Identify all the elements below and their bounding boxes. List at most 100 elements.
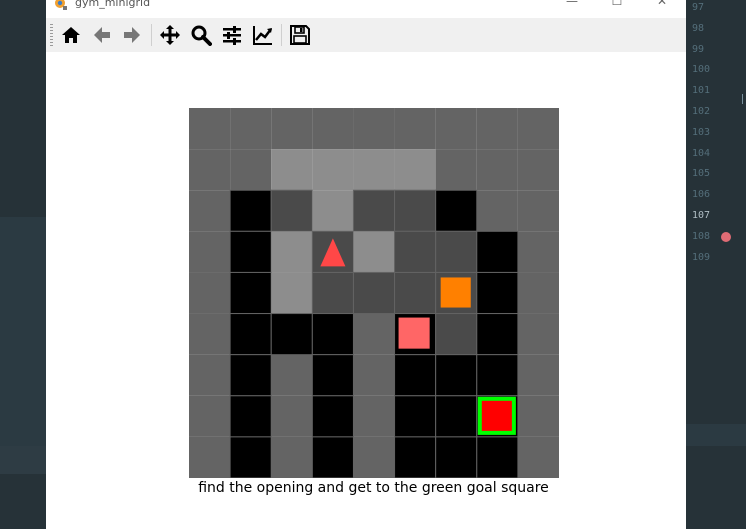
- grid-cell: [311, 354, 354, 397]
- grid-cell: [271, 395, 313, 437]
- grid-cell: [189, 231, 231, 273]
- ide-panel: [0, 446, 46, 474]
- zoom-button[interactable]: [188, 22, 214, 48]
- grid-cell: [517, 272, 559, 314]
- ide-panel: [686, 424, 746, 446]
- line-number: 106: [692, 189, 711, 201]
- grid-cell: [270, 189, 313, 232]
- line-number: 104: [692, 147, 711, 159]
- grid-cell: [189, 395, 231, 437]
- line-number: 103: [692, 126, 711, 138]
- grid-cell: [270, 313, 313, 356]
- back-arrow-icon: [94, 27, 110, 43]
- grid-cell: [352, 271, 396, 315]
- line-number: 105: [692, 168, 711, 180]
- grid-cell: [189, 354, 231, 396]
- grid-cell: [435, 395, 478, 438]
- grid-cell: [353, 395, 395, 437]
- titlebar: gym_minigrid — ☐ ✕: [46, 0, 686, 18]
- line-number: 107: [692, 210, 711, 221]
- grid-cell: [353, 354, 395, 396]
- grid-cell: [353, 313, 395, 355]
- figure-canvas[interactable]: find the opening and get to the green go…: [46, 52, 686, 529]
- grid-cell: [517, 149, 559, 191]
- goal-square: [477, 396, 516, 435]
- configure-subplots-icon: [223, 26, 241, 45]
- grid-cell: [476, 271, 519, 315]
- grid-cell: [435, 436, 478, 478]
- grid-cell: [476, 190, 518, 232]
- grid-cell: [517, 108, 559, 150]
- grid-cell: [476, 149, 518, 191]
- grid-cell: [517, 354, 559, 396]
- navigation-toolbar: [46, 18, 686, 53]
- ide-editor-gutter: 97 98 99 100 101 102 103 104 105 106 107 108 109: [686, 0, 746, 529]
- breakpoint-icon[interactable]: [721, 232, 731, 242]
- grid-cell: [517, 436, 559, 478]
- grid-cell: [476, 354, 519, 397]
- grid-cell: [271, 272, 313, 314]
- edit-axis-icon: [253, 26, 272, 45]
- home-button[interactable]: [58, 22, 84, 48]
- grid-cell: [476, 230, 519, 273]
- maximize-button[interactable]: ☐: [607, 0, 627, 10]
- grid-cell: [229, 395, 272, 438]
- line-number: 109: [692, 251, 711, 263]
- home-icon: [62, 27, 80, 43]
- grid-cell: [353, 231, 395, 273]
- line-number: 100: [692, 64, 711, 76]
- app-icon: [55, 0, 67, 10]
- grid-cell: [435, 108, 477, 150]
- grid-cell: [311, 436, 354, 478]
- save-floppy-icon: [290, 25, 310, 45]
- pan-move-icon: [160, 25, 180, 45]
- line-number: 101: [692, 85, 711, 97]
- forward-arrow-icon: [124, 27, 140, 43]
- pan-button[interactable]: [157, 22, 183, 48]
- grid-cell: [476, 313, 519, 356]
- grid-cell: [311, 271, 354, 315]
- configure-subplots-button[interactable]: [219, 22, 245, 48]
- grid-cell: [312, 190, 354, 232]
- grid-cell: [229, 354, 272, 397]
- grid-cell: [271, 108, 313, 150]
- minigrid-render: [189, 108, 559, 478]
- grid-cell: [312, 149, 354, 191]
- grid-cell: [271, 436, 313, 478]
- grid-cell: [435, 230, 478, 273]
- grid-cell: [189, 108, 231, 150]
- grid-cell: [476, 108, 518, 150]
- grid-cell: [230, 149, 272, 191]
- toolbar-separator: [281, 24, 282, 46]
- close-button[interactable]: ✕: [652, 0, 672, 10]
- grid-cell: [271, 354, 313, 396]
- forward-button[interactable]: [119, 22, 145, 48]
- grid-cell: [394, 436, 437, 478]
- grid-cell: [353, 149, 395, 191]
- line-number: 97: [692, 2, 705, 13]
- save-button[interactable]: [287, 22, 313, 48]
- grid-cell: [476, 436, 519, 478]
- grid-cell: [394, 230, 437, 273]
- edit-axis-button[interactable]: [250, 22, 276, 48]
- grid-cell: [517, 313, 559, 355]
- grid-cell: [517, 395, 559, 437]
- grid-cell: [394, 108, 436, 150]
- orange-object: [440, 277, 471, 308]
- grid-cell: [311, 313, 354, 356]
- line-number: 98: [692, 22, 705, 34]
- minimize-button[interactable]: —: [562, 0, 582, 10]
- grid-cell: [394, 189, 437, 232]
- grid-cell: [229, 271, 272, 315]
- grid-cell: [435, 149, 477, 191]
- back-button[interactable]: [89, 22, 115, 48]
- grid-cell: [517, 231, 559, 273]
- grid-cell: [394, 149, 436, 191]
- mission-text: find the opening and get to the green go…: [198, 480, 549, 496]
- grid-cell: [353, 108, 395, 150]
- window-title: gym_minigrid: [75, 0, 151, 9]
- toolbar-grip[interactable]: [50, 24, 53, 46]
- ide-panel: [0, 217, 46, 446]
- grid-cell: [271, 231, 313, 273]
- grid-cell: [517, 190, 559, 232]
